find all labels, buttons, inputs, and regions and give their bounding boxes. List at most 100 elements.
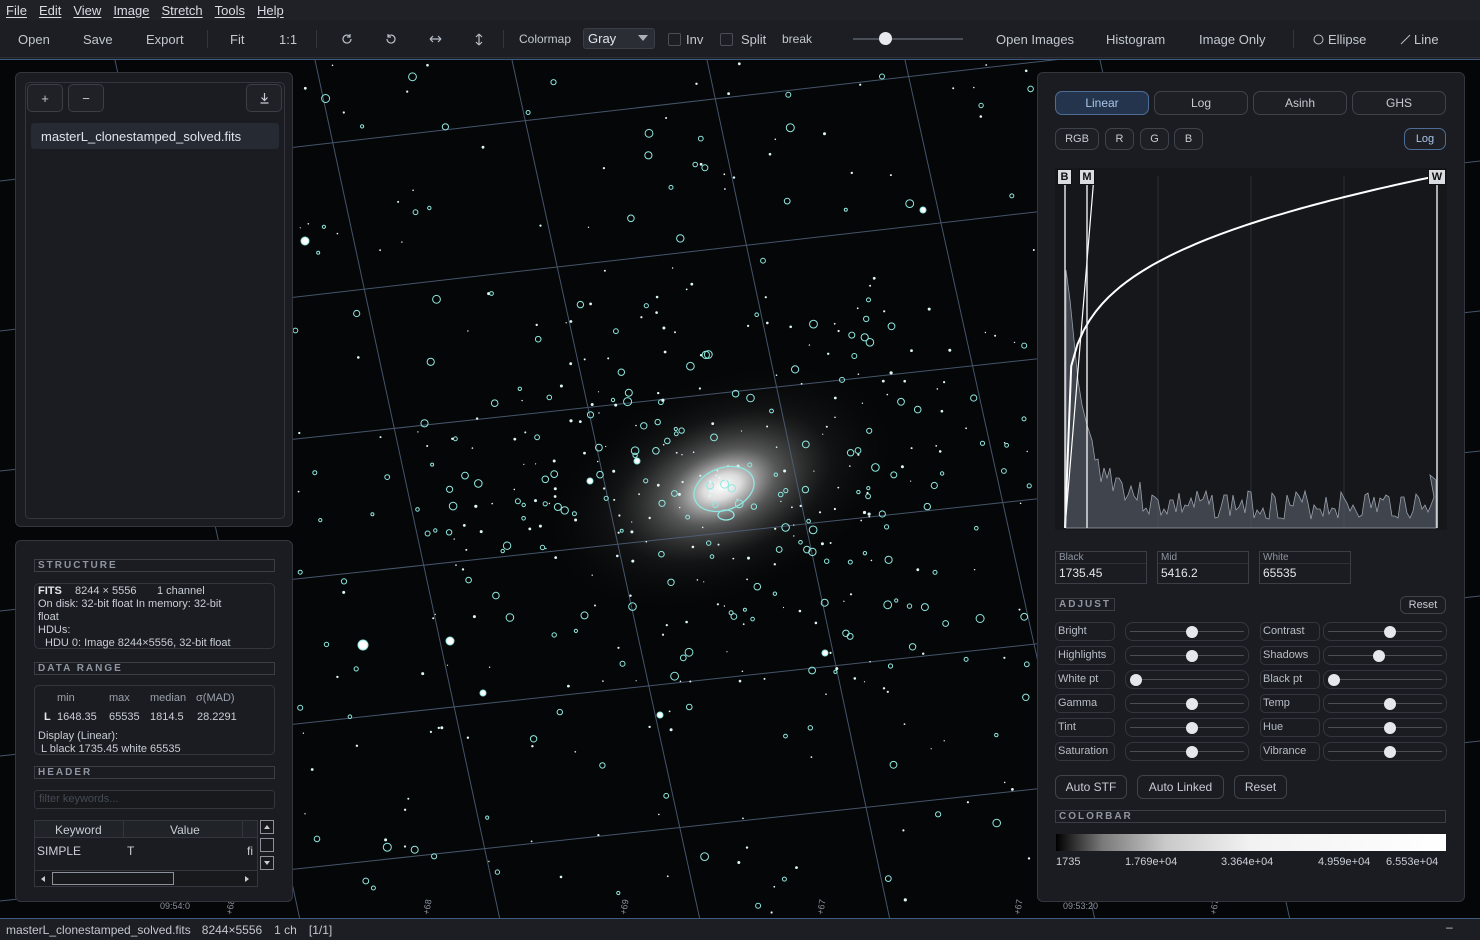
hdus-label: HDUs: — [38, 624, 71, 636]
mid-marker[interactable]: M — [1079, 169, 1095, 185]
one-to-one-button[interactable]: 1:1 — [279, 20, 297, 58]
remove-file-button[interactable]: − — [68, 84, 104, 112]
menu-edit[interactable]: Edit — [39, 3, 61, 18]
minimize-button[interactable]: – — [1446, 920, 1453, 934]
adjust-slider[interactable] — [1125, 670, 1249, 689]
menu-file[interactable]: File — [6, 3, 27, 18]
mid-input[interactable]: 5416.2 — [1158, 564, 1248, 583]
slider-handle[interactable] — [1384, 698, 1396, 710]
slider-handle[interactable] — [1186, 722, 1198, 734]
scroll-thumb[interactable] — [260, 838, 274, 852]
column-keyword[interactable]: Keyword — [55, 823, 102, 837]
scroll-down-icon[interactable] — [260, 856, 274, 870]
adjust-slider[interactable] — [1323, 646, 1447, 665]
value-max: 65535 — [109, 711, 140, 723]
save-button[interactable]: Save — [83, 20, 113, 58]
slider-handle[interactable] — [1372, 650, 1385, 662]
stretch-tab-log[interactable]: Log — [1154, 91, 1248, 115]
adjust-reset-button[interactable]: Reset — [1400, 596, 1446, 614]
slider-handle[interactable] — [1328, 674, 1340, 686]
line-tool-button[interactable]: Line — [1400, 20, 1439, 58]
adjust-label: White pt — [1055, 670, 1115, 689]
download-icon[interactable] — [246, 84, 282, 112]
menu-help[interactable]: Help — [257, 3, 284, 18]
adjust-slider[interactable] — [1323, 742, 1447, 761]
invert-checkbox[interactable] — [668, 33, 681, 46]
split-checkbox[interactable] — [720, 33, 733, 46]
black-marker[interactable]: B — [1057, 169, 1072, 185]
auto-linked-button[interactable]: Auto Linked — [1137, 775, 1224, 799]
white-input[interactable]: 65535 — [1260, 564, 1350, 583]
column-value[interactable]: Value — [170, 823, 200, 837]
file-list-frame: + − masterL_clonestamped_solved.fits — [25, 82, 285, 519]
reset-button[interactable]: Reset — [1234, 775, 1287, 799]
table-row-keyword[interactable]: SIMPLE — [37, 844, 81, 858]
circle-icon — [1313, 34, 1324, 44]
header-heading: HEADER — [34, 766, 275, 779]
flip-horizontal-icon[interactable] — [429, 20, 442, 58]
split-slider[interactable] — [853, 38, 963, 40]
adjust-slider[interactable] — [1125, 694, 1249, 713]
slider-handle[interactable] — [1186, 626, 1198, 638]
colormap-select[interactable]: Gray — [583, 28, 655, 49]
slider-handle[interactable] — [1384, 746, 1396, 758]
channel-g-button[interactable]: G — [1140, 128, 1169, 150]
adjust-slider[interactable] — [1125, 718, 1249, 737]
channel-rgb-button[interactable]: RGB — [1055, 128, 1099, 150]
auto-stf-button[interactable]: Auto STF — [1055, 775, 1127, 799]
menu-image[interactable]: Image — [113, 3, 149, 18]
flip-vertical-icon[interactable] — [474, 20, 484, 58]
add-file-button[interactable]: + — [27, 84, 63, 112]
black-input[interactable]: 1735.45 — [1056, 564, 1146, 583]
scroll-up-icon[interactable] — [260, 820, 274, 834]
slider-handle[interactable] — [1384, 722, 1396, 734]
adjust-slider[interactable] — [1323, 622, 1447, 641]
slider-handle[interactable] — [1186, 650, 1198, 662]
log-scale-toggle[interactable]: Log — [1404, 128, 1446, 150]
stretch-tab-linear[interactable]: Linear — [1055, 91, 1149, 115]
ellipse-tool-button[interactable]: Ellipse — [1313, 20, 1366, 58]
adjust-slider[interactable] — [1323, 718, 1447, 737]
channel-r-button[interactable]: R — [1105, 128, 1134, 150]
divider — [503, 30, 504, 48]
adjust-slider[interactable] — [1125, 742, 1249, 761]
stretch-tab-asinh[interactable]: Asinh — [1253, 91, 1347, 115]
header-table-hscroll[interactable] — [34, 870, 258, 887]
channel-b-button[interactable]: B — [1174, 128, 1203, 150]
adjust-slider[interactable] — [1323, 694, 1447, 713]
black-field: Black 1735.45 — [1055, 551, 1147, 584]
stretch-tab-ghs[interactable]: GHS — [1352, 91, 1446, 115]
file-list-item[interactable]: masterL_clonestamped_solved.fits — [31, 123, 279, 149]
open-images-button[interactable]: Open Images — [996, 20, 1074, 58]
header-filter-input[interactable]: filter keywords... — [34, 790, 275, 809]
data-range-box: min max median σ(MAD) L 1648.35 65535 18… — [34, 685, 275, 755]
status-filename: masterL_clonestamped_solved.fits — [6, 922, 191, 937]
table-row-comment[interactable]: fi — [247, 844, 253, 858]
slider-handle[interactable] — [1186, 746, 1198, 758]
status-channels: 1 ch — [274, 922, 297, 937]
rotate-ccw-icon[interactable] — [385, 20, 397, 58]
open-button[interactable]: Open — [18, 20, 50, 58]
adjust-slider[interactable] — [1323, 670, 1447, 689]
adjust-slider[interactable] — [1125, 646, 1249, 665]
menu-stretch[interactable]: Stretch — [161, 3, 202, 18]
fit-button[interactable]: Fit — [230, 20, 244, 58]
table-row-value[interactable]: T — [127, 844, 134, 858]
split-slider-handle[interactable] — [878, 32, 892, 45]
menu-tools[interactable]: Tools — [215, 3, 245, 18]
format-label: FITS — [38, 585, 62, 597]
adjust-slider[interactable] — [1125, 622, 1249, 641]
menu-view[interactable]: View — [73, 3, 101, 18]
slider-handle[interactable] — [1186, 698, 1198, 710]
slider-handle[interactable] — [1384, 626, 1396, 638]
hscroll-thumb[interactable] — [52, 872, 174, 885]
histogram-button[interactable]: Histogram — [1106, 20, 1165, 58]
image-only-button[interactable]: Image Only — [1199, 20, 1265, 58]
rotate-cw-icon[interactable] — [341, 20, 353, 58]
slider-handle[interactable] — [1130, 674, 1142, 686]
histogram-plot[interactable] — [1055, 168, 1447, 530]
header-table-vscroll[interactable] — [259, 820, 275, 872]
white-marker[interactable]: W — [1428, 169, 1446, 185]
slider-track — [1130, 679, 1244, 680]
export-button[interactable]: Export — [146, 20, 184, 58]
